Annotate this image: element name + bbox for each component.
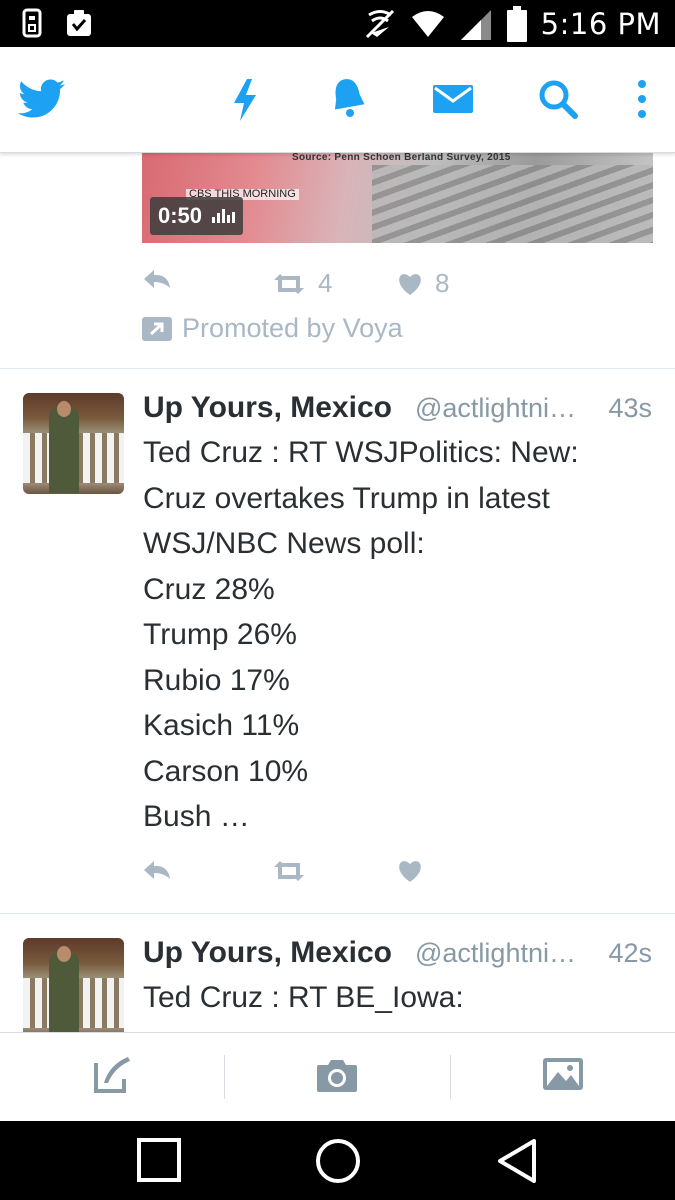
video-duration: 0:50 <box>158 203 203 228</box>
wifi-icon <box>411 11 444 37</box>
like-button[interactable] <box>397 859 423 883</box>
timeline-feed[interactable]: Source: Penn Schoen Berland Survey, 2015… <box>0 153 675 1032</box>
video-frame-image <box>372 165 653 243</box>
avatar[interactable] <box>23 938 124 1032</box>
reply-button[interactable] <box>142 859 172 881</box>
reply-icon <box>144 270 170 288</box>
notifications-bell-icon[interactable] <box>330 77 366 119</box>
like-button[interactable]: 8 <box>397 268 449 299</box>
search-icon[interactable] <box>538 79 578 119</box>
retweet-icon <box>274 273 304 294</box>
avatar[interactable] <box>23 393 124 494</box>
battery-icon <box>506 6 527 42</box>
tweet[interactable]: Up Yours, Mexico @actlightni… 43s Ted Cr… <box>0 391 675 913</box>
tweet-header: Up Yours, Mexico @actlightni… 43s <box>143 391 658 431</box>
reply-icon <box>144 861 170 879</box>
video-duration-badge: 0:50 <box>150 197 244 235</box>
nfc-off-icon <box>365 9 394 39</box>
audio-bars-icon <box>212 209 236 223</box>
retweet-count: 4 <box>318 268 333 298</box>
tweet-timestamp: 43s <box>608 393 652 423</box>
sim-icon <box>22 8 42 38</box>
camera-icon[interactable] <box>316 1057 358 1093</box>
top-app-bar <box>0 47 675 153</box>
home-circle-icon[interactable] <box>314 1137 362 1185</box>
reply-button[interactable] <box>142 268 172 290</box>
tweet[interactable]: Up Yours, Mexico @actlightni… 42s Ted Cr… <box>0 936 675 1032</box>
video-source-caption: Source: Penn Schoen Berland Survey, 2015 <box>292 153 511 163</box>
back-triangle-icon[interactable] <box>494 1137 540 1185</box>
retweet-button[interactable] <box>272 859 306 883</box>
tweet-divider <box>0 368 675 369</box>
tweet-timestamp: 42s <box>608 938 652 968</box>
clipboard-check-icon <box>67 10 91 36</box>
cell-signal-icon <box>460 10 491 40</box>
tweet-actions <box>142 859 462 891</box>
bottom-compose-bar <box>0 1032 675 1121</box>
like-count: 8 <box>435 268 450 298</box>
compose-tweet-icon[interactable] <box>92 1055 132 1095</box>
retweet-button[interactable]: 4 <box>272 268 332 299</box>
twitter-bird-icon[interactable] <box>18 79 66 119</box>
promoted-label[interactable]: Promoted by Voya <box>142 313 403 344</box>
messages-envelope-icon[interactable] <box>433 83 473 115</box>
tweet-divider <box>0 913 675 914</box>
status-bar: 5:16 PM <box>0 0 675 47</box>
overflow-menu-icon[interactable] <box>636 79 648 119</box>
promoted-arrow-icon <box>142 316 172 341</box>
display-name[interactable]: Up Yours, Mexico <box>143 391 392 425</box>
status-time: 5:16 PM <box>540 7 661 41</box>
tweet-text: Ted Cruz : RT WSJPolitics: New: Cruz ove… <box>143 436 579 833</box>
lightning-icon[interactable] <box>232 79 258 121</box>
tweet-header: Up Yours, Mexico @actlightni… 42s <box>143 936 658 976</box>
retweet-icon <box>274 861 304 881</box>
user-handle[interactable]: @actlightni… <box>415 938 576 969</box>
display-name[interactable]: Up Yours, Mexico <box>143 936 392 970</box>
promoted-by-text: Promoted by Voya <box>182 313 403 343</box>
video-thumbnail[interactable]: Source: Penn Schoen Berland Survey, 2015… <box>142 153 653 243</box>
photo-gallery-icon[interactable] <box>542 1057 584 1091</box>
promoted-tweet-actions: 4 8 <box>142 268 462 300</box>
user-handle[interactable]: @actlightni… <box>415 393 576 424</box>
heart-icon <box>399 861 421 882</box>
tweet-text: Ted Cruz : RT BE_Iowa: <box>143 981 464 1014</box>
recents-square-icon[interactable] <box>136 1137 182 1183</box>
system-navigation-bar <box>0 1121 675 1200</box>
heart-icon <box>399 273 421 295</box>
